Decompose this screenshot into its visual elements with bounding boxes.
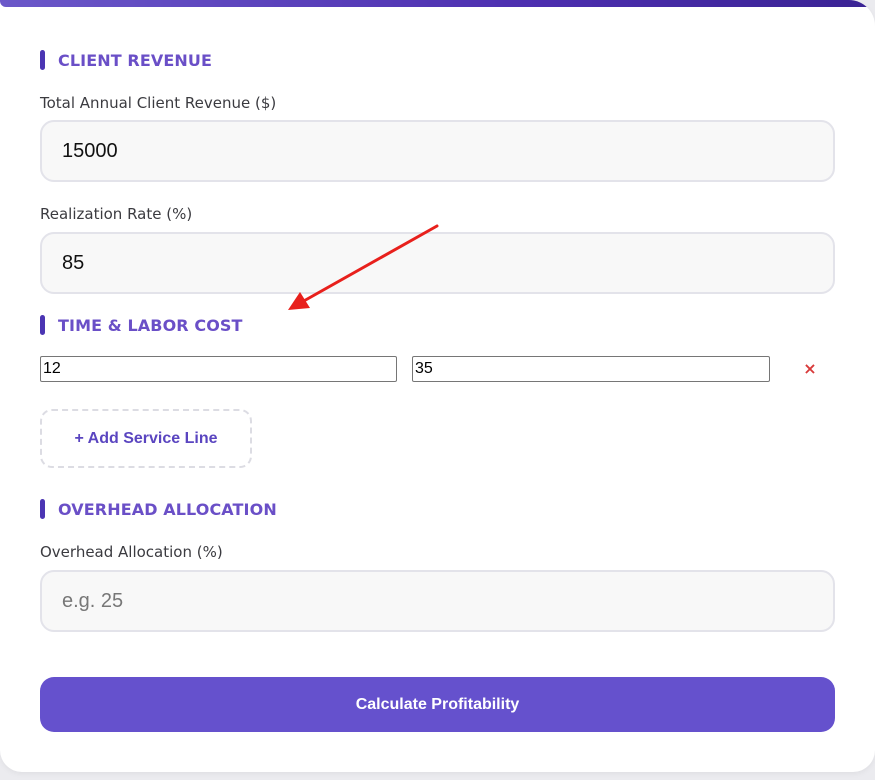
section-client-revenue: CLIENT REVENUE: [40, 50, 212, 70]
section-title-time-labor: TIME & LABOR COST: [58, 315, 243, 335]
overhead-allocation-label: Overhead Allocation (%): [40, 543, 223, 561]
section-time-labor: TIME & LABOR COST: [40, 315, 243, 335]
annual-revenue-input[interactable]: [40, 120, 835, 182]
realization-rate-input[interactable]: [40, 232, 835, 294]
section-marker: [40, 315, 45, 335]
add-service-line-button[interactable]: + Add Service Line: [40, 409, 252, 468]
overhead-allocation-input[interactable]: [40, 570, 835, 632]
calculate-profitability-button[interactable]: Calculate Profitability: [40, 677, 835, 732]
remove-service-line-button[interactable]: ×: [800, 356, 820, 380]
section-overhead: OVERHEAD ALLOCATION: [40, 499, 277, 519]
section-title-client-revenue: CLIENT REVENUE: [58, 50, 212, 70]
section-marker: [40, 499, 45, 519]
service-line-hours-input[interactable]: [40, 356, 397, 382]
calculator-card: CLIENT REVENUE Total Annual Client Reven…: [0, 0, 875, 772]
realization-rate-label: Realization Rate (%): [40, 205, 193, 223]
service-line-rate-input[interactable]: [412, 356, 770, 382]
section-title-overhead: OVERHEAD ALLOCATION: [58, 499, 277, 519]
annual-revenue-label: Total Annual Client Revenue ($): [40, 94, 277, 112]
top-accent-bar: [0, 0, 875, 7]
section-marker: [40, 50, 45, 70]
